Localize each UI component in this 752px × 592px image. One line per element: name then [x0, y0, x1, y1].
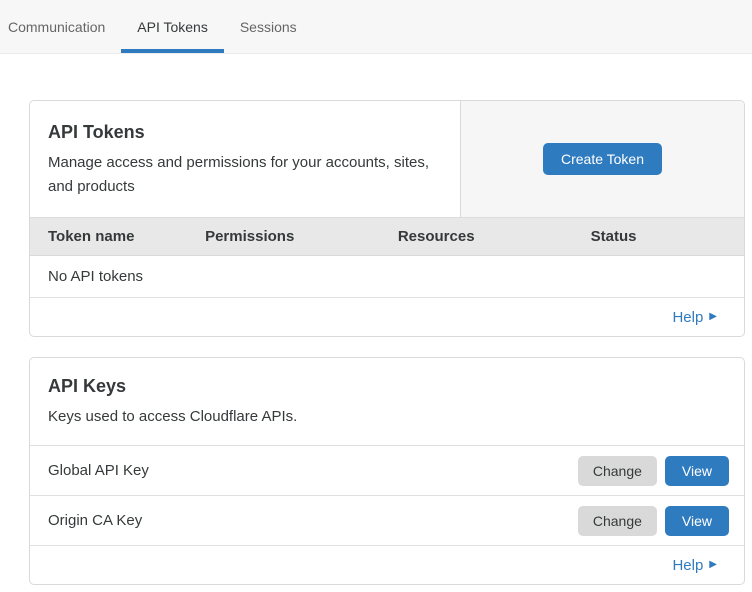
tab-api-tokens[interactable]: API Tokens — [121, 0, 224, 53]
origin-ca-key-row: Origin CA Key Change View — [30, 495, 744, 545]
global-api-key-label: Global API Key — [48, 462, 578, 479]
global-api-key-change-button[interactable]: Change — [578, 456, 657, 486]
api-keys-help-link[interactable]: Help ▶ — [672, 557, 717, 574]
api-tokens-card-header: API Tokens Manage access and permissions… — [30, 101, 744, 217]
help-arrow-icon: ▶ — [709, 560, 717, 570]
origin-ca-key-view-button[interactable]: View — [665, 506, 729, 536]
create-token-button[interactable]: Create Token — [543, 143, 662, 175]
tokens-col-token-name: Token name — [30, 228, 187, 245]
api-keys-card: API Keys Keys used to access Cloudflare … — [29, 357, 745, 585]
global-api-key-view-button[interactable]: View — [665, 456, 729, 486]
help-arrow-icon: ▶ — [709, 312, 717, 322]
api-keys-title: API Keys — [48, 376, 726, 397]
tab-bar: Communication API Tokens Sessions — [0, 0, 752, 54]
tokens-table-header-row: Token name Permissions Resources Status — [30, 217, 744, 256]
origin-ca-key-change-button[interactable]: Change — [578, 506, 657, 536]
tokens-col-status: Status — [573, 228, 744, 245]
api-tokens-card: API Tokens Manage access and permissions… — [29, 100, 745, 337]
api-tokens-title: API Tokens — [48, 122, 442, 143]
help-link-label: Help — [672, 557, 703, 574]
api-keys-description: Keys used to access Cloudflare APIs. — [48, 405, 726, 429]
api-tokens-card-footer: Help ▶ — [30, 297, 744, 336]
tab-communication[interactable]: Communication — [0, 0, 121, 53]
tab-sessions[interactable]: Sessions — [224, 0, 313, 53]
tokens-col-resources: Resources — [380, 228, 573, 245]
global-api-key-row: Global API Key Change View — [30, 445, 744, 495]
help-link-label: Help — [672, 309, 703, 326]
api-tokens-help-link[interactable]: Help ▶ — [672, 309, 717, 326]
api-keys-card-header: API Keys Keys used to access Cloudflare … — [30, 358, 744, 445]
tokens-empty-row: No API tokens — [30, 256, 744, 297]
tokens-col-permissions: Permissions — [187, 228, 380, 245]
api-keys-card-footer: Help ▶ — [30, 545, 744, 584]
api-tokens-card-action-area: Create Token — [460, 101, 744, 217]
page-content: API Tokens Manage access and permissions… — [0, 54, 752, 585]
origin-ca-key-label: Origin CA Key — [48, 512, 578, 529]
api-tokens-card-header-text: API Tokens Manage access and permissions… — [30, 101, 460, 217]
api-tokens-description: Manage access and permissions for your a… — [48, 151, 442, 199]
